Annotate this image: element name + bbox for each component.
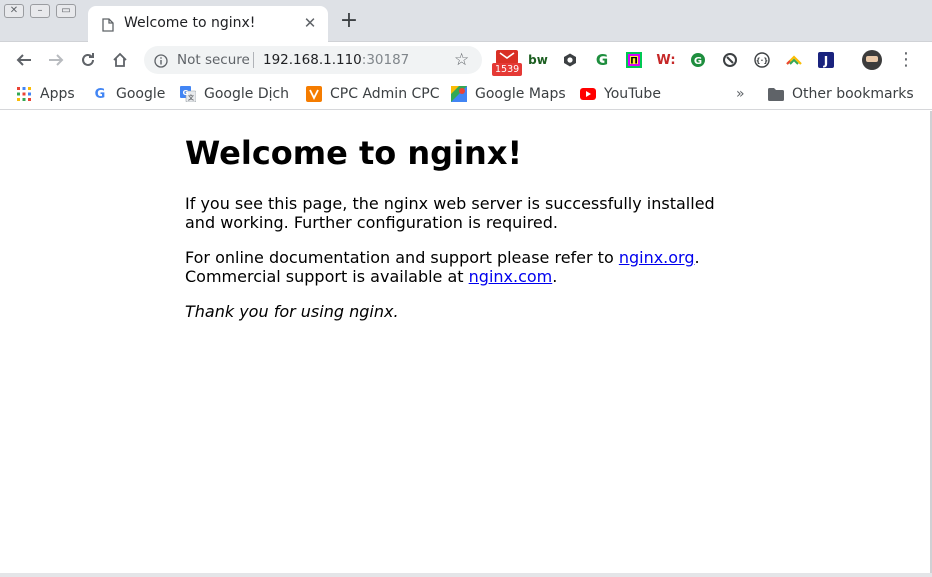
bookmark-label: Google Dịch [204,86,290,102]
address-bar[interactable]: Not secure 192.168.1.110:30187 ☆ [144,46,482,74]
security-label[interactable]: Not secure [177,52,250,68]
bookmark-label: YouTube [604,86,661,102]
page-title: Welcome to nginx! [185,134,523,172]
gmail-extension-icon[interactable] [496,50,518,64]
green-g-extension-icon[interactable]: G [688,50,708,70]
bw-extension-icon[interactable]: bw [528,50,548,70]
bookmark-google-translate[interactable]: G文 Google Dịch [180,83,289,105]
nginx-com-link[interactable]: nginx.com [469,267,553,286]
bookmark-label: Other bookmarks [792,86,914,102]
bookmark-label: CPC Admin CPC [330,86,440,102]
code-extension-icon[interactable]: {·} [752,50,772,70]
window-minimize-icon[interactable]: – [30,4,50,18]
tab-close-icon[interactable]: ✕ [302,15,318,31]
svg-text:{·}: {·} [756,57,769,65]
toolbar: Not secure 192.168.1.110:30187 ☆ 1539 bw… [0,42,932,78]
window-maximize-icon[interactable]: ▭ [56,4,76,18]
svg-text:J: J [823,54,828,68]
profile-avatar[interactable] [862,50,882,70]
tab-strip: ✕ – ▭ Welcome to nginx! ✕ + [0,0,932,42]
hexagon-extension-icon[interactable] [560,50,580,70]
support-period: . [552,267,558,286]
reload-icon[interactable] [74,46,102,74]
svg-text:G: G [694,56,702,67]
intro-paragraph: If you see this page, the nginx web serv… [185,194,715,232]
support-text: Commercial support is available at [185,267,469,286]
sync-extension-icon[interactable] [720,50,740,70]
docs-period: . [694,248,700,267]
bookmark-label: Apps [40,86,75,102]
svg-text:文: 文 [187,94,195,102]
bookmarks-bar: Apps G Google G文 Google Dịch CPC Admin C… [0,78,932,110]
google-maps-icon [451,86,467,102]
svg-text:Π: Π [630,57,638,67]
tab-title: Welcome to nginx! [124,15,256,31]
docs-text: For online documentation and support ple… [185,248,619,267]
pi-extension-icon[interactable]: Π [624,50,644,70]
j-extension-icon[interactable]: J [816,50,836,70]
rainbow-extension-icon[interactable] [784,50,804,70]
new-tab-icon[interactable]: + [338,10,360,32]
bookmark-apps[interactable]: Apps [16,83,75,105]
address-separator [253,52,254,68]
url-port: :30187 [361,52,410,68]
bookmark-google-maps[interactable]: Google Maps [451,83,566,105]
home-icon[interactable] [106,46,134,74]
bookmark-other[interactable]: Other bookmarks [768,83,914,105]
forward-icon[interactable] [42,46,70,74]
page-viewport: Welcome to nginx! If you see this page, … [0,111,930,573]
bookmarks-overflow-icon[interactable]: » [736,86,745,102]
youtube-icon [580,86,596,102]
window-bottom-edge [0,573,932,577]
bookmark-label: Google [116,86,166,102]
menu-icon[interactable]: ⋮ [896,48,916,72]
page-icon [102,17,114,36]
bookmark-cpc-admin[interactable]: CPC Admin CPC [306,83,440,105]
bookmark-google[interactable]: G Google [92,83,166,105]
window-close-icon[interactable]: ✕ [4,4,24,18]
folder-icon [768,86,784,102]
google-icon: G [94,86,106,102]
google-translate-icon: G文 [180,86,196,102]
thank-you-paragraph: Thank you for using nginx. [185,302,399,321]
bookmark-label: Google Maps [475,86,566,102]
url-host: 192.168.1.110 [263,52,362,68]
apps-grid-icon [16,86,32,102]
cpc-icon [306,86,322,102]
back-icon[interactable] [10,46,38,74]
nginx-org-link[interactable]: nginx.org [619,248,695,267]
notification-badge: 1539 [492,63,523,76]
w-extension-icon[interactable]: W: [656,50,676,70]
avatar-face [866,56,878,62]
info-icon[interactable] [154,53,168,72]
grammar-extension-icon[interactable]: G [592,50,612,70]
url-text[interactable]: 192.168.1.110:30187 [263,52,409,68]
docs-paragraph: For online documentation and support ple… [185,248,700,286]
bookmark-star-icon[interactable]: ☆ [454,50,469,70]
tab-active[interactable]: Welcome to nginx! ✕ [88,6,328,42]
bookmark-youtube[interactable]: YouTube [580,83,661,105]
